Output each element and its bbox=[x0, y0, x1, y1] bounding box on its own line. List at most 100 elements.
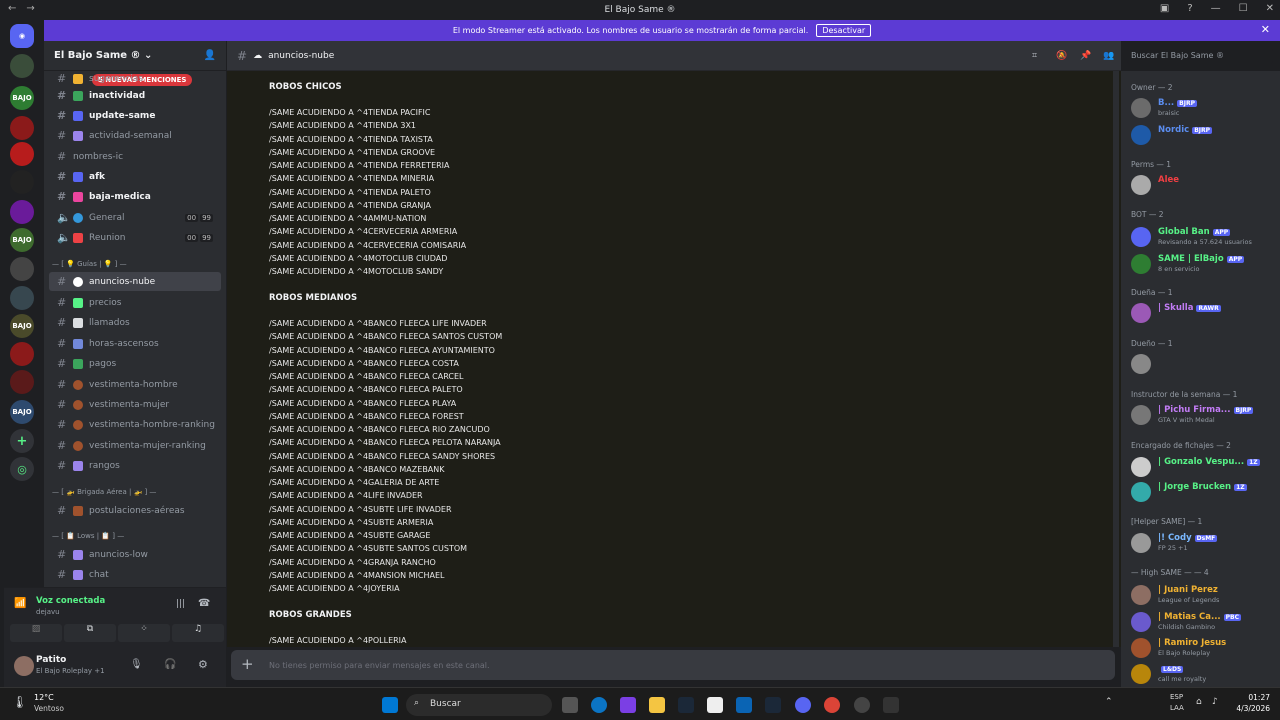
taskbar-search[interactable]: ⌕ Buscar bbox=[406, 694, 552, 716]
app-icon[interactable] bbox=[854, 697, 870, 713]
member-item[interactable]: | Gonzalo Vespu... 1Z bbox=[1131, 455, 1279, 479]
channel-postulaciones-aereas[interactable]: # postulaciones-aéreas bbox=[49, 501, 221, 520]
chrome-icon[interactable] bbox=[824, 697, 840, 713]
server-icon[interactable] bbox=[10, 342, 34, 366]
close-window-icon[interactable]: ✕ bbox=[1266, 3, 1274, 14]
clock-date[interactable]: 4/3/2026 bbox=[1236, 704, 1270, 713]
minimize-icon[interactable]: — bbox=[1211, 3, 1221, 14]
add-server-icon[interactable]: + bbox=[10, 429, 34, 453]
soundboard-button[interactable]: ♫ bbox=[172, 624, 224, 642]
disconnect-icon[interactable]: ☎ bbox=[198, 598, 210, 609]
avatar[interactable] bbox=[1131, 664, 1151, 684]
voice-channel-name[interactable]: dejavu bbox=[36, 608, 60, 616]
server-icon[interactable]: BAJO bbox=[10, 400, 34, 424]
member-item[interactable]: |! Cody DsMF FP 25 +1 bbox=[1131, 531, 1279, 555]
category-lows[interactable]: — [ 📋 Lows | 📋 ] — bbox=[52, 532, 124, 540]
category-brigada[interactable]: — [ 🚁 Brigada Aérea | 🚁 ] — bbox=[52, 488, 156, 496]
avatar[interactable] bbox=[1131, 612, 1151, 632]
app-icon[interactable] bbox=[883, 697, 899, 713]
server-icon[interactable] bbox=[10, 116, 34, 140]
category-guias[interactable]: — [ 💡 Guías | 💡 ] — bbox=[52, 260, 127, 268]
member-item[interactable]: B... BJRP braisic bbox=[1131, 96, 1279, 120]
voice-channel-reunion[interactable]: 🔈 Reunion 00 99 bbox=[49, 228, 221, 247]
server-icon[interactable] bbox=[10, 370, 34, 394]
member-item[interactable]: | Skulla RAWR bbox=[1131, 301, 1279, 325]
weather-icon[interactable]: 🌡 bbox=[12, 695, 27, 709]
add-attachment-icon[interactable]: + bbox=[241, 655, 254, 673]
activities-button[interactable]: ⁘ bbox=[118, 624, 170, 642]
member-item[interactable]: Nordic BJRP bbox=[1131, 123, 1279, 147]
task-view-icon[interactable] bbox=[562, 697, 578, 713]
channel-llamados[interactable]: # llamados bbox=[49, 313, 221, 332]
avatar[interactable] bbox=[1131, 354, 1151, 374]
channel-vestimenta-hombre-ranking[interactable]: # vestimenta-hombre-ranking bbox=[49, 415, 221, 434]
lang-variant[interactable]: LAA bbox=[1170, 704, 1184, 712]
search-input[interactable]: Buscar El Bajo Same ® bbox=[1127, 48, 1273, 64]
member-item[interactable]: | Ramiro Jesus El Bajo Roleplay bbox=[1131, 636, 1279, 660]
channel-baja-medica[interactable]: # baja-medica bbox=[49, 187, 221, 206]
mic-icon[interactable]: 🎙 bbox=[130, 659, 143, 670]
channel-vestimenta-mujer[interactable]: # vestimenta-mujer bbox=[49, 395, 221, 414]
avatar[interactable] bbox=[1131, 227, 1151, 247]
member-item[interactable]: Alee bbox=[1131, 173, 1279, 197]
windows-start-icon[interactable] bbox=[382, 697, 398, 713]
channel-chat[interactable]: # chat bbox=[49, 565, 221, 584]
weather-desc[interactable]: Ventoso bbox=[34, 704, 64, 713]
close-banner-icon[interactable]: ✕ bbox=[1261, 23, 1270, 36]
help-icon[interactable]: ? bbox=[1187, 3, 1192, 14]
server-icon[interactable]: BAJO bbox=[10, 86, 34, 110]
channel-pagos[interactable]: # pagos bbox=[49, 354, 221, 373]
server-icon[interactable]: BAJO bbox=[10, 228, 34, 252]
headphones-icon[interactable]: 🎧 bbox=[164, 659, 176, 670]
camera-button[interactable]: ▨ bbox=[10, 624, 62, 642]
server-icon[interactable] bbox=[10, 54, 34, 78]
channel-inactividad[interactable]: # inactividad bbox=[49, 86, 221, 105]
member-item[interactable]: SAME | ElBajo APP 8 en servicio bbox=[1131, 252, 1279, 276]
disable-streamer-button[interactable]: Desactivar bbox=[816, 24, 872, 37]
server-icon[interactable] bbox=[10, 170, 34, 194]
mail-icon[interactable] bbox=[736, 697, 752, 713]
message-composer[interactable]: + No tienes permiso para enviar mensajes… bbox=[231, 650, 1115, 680]
discover-icon[interactable]: ◎ bbox=[10, 457, 34, 481]
channel-update-same[interactable]: # update-same bbox=[49, 106, 221, 125]
channel-rangos[interactable]: # rangos bbox=[49, 456, 221, 475]
volume-icon[interactable]: ♪ bbox=[1212, 697, 1218, 707]
channel-nombres-ic[interactable]: # nombres-ic bbox=[49, 147, 221, 166]
channel-anuncios-nube[interactable]: # anuncios-nube bbox=[49, 272, 221, 291]
avatar[interactable] bbox=[1131, 98, 1151, 118]
avatar[interactable] bbox=[1131, 533, 1151, 553]
settings-gear-icon[interactable]: ⚙ bbox=[198, 658, 208, 671]
avatar[interactable] bbox=[1131, 175, 1151, 195]
weather-temp[interactable]: 12°C bbox=[34, 693, 54, 702]
avatar[interactable] bbox=[1131, 125, 1151, 145]
avatar[interactable] bbox=[1131, 457, 1151, 477]
server-icon[interactable] bbox=[10, 257, 34, 281]
member-item[interactable] bbox=[1131, 352, 1279, 376]
avatar[interactable] bbox=[1131, 638, 1151, 658]
avatar[interactable] bbox=[1131, 303, 1151, 323]
steam-icon[interactable] bbox=[765, 697, 781, 713]
channel-precios[interactable]: # precios bbox=[49, 293, 221, 312]
channel-actividad-semanal[interactable]: # actividad-semanal bbox=[49, 126, 221, 145]
threads-icon[interactable]: ⌗ bbox=[1032, 51, 1037, 61]
lang-code[interactable]: ESP bbox=[1170, 693, 1183, 701]
file-explorer-icon[interactable] bbox=[649, 697, 665, 713]
mute-icon[interactable]: 🔕 bbox=[1056, 51, 1067, 61]
avatar[interactable] bbox=[14, 656, 34, 676]
store-icon[interactable] bbox=[707, 697, 723, 713]
clock-time[interactable]: 01:27 bbox=[1248, 693, 1270, 702]
channel-afk[interactable]: # afk bbox=[49, 167, 221, 186]
avatar[interactable] bbox=[1131, 482, 1151, 502]
forward-icon[interactable]: → bbox=[26, 3, 34, 14]
server-icon[interactable]: BAJO bbox=[10, 314, 34, 338]
tray-chevron-icon[interactable]: ⌃ bbox=[1105, 697, 1113, 707]
channel-anuncios-low[interactable]: # anuncios-low bbox=[49, 545, 221, 564]
invite-icon[interactable]: 👤 bbox=[204, 50, 216, 61]
steam-icon[interactable] bbox=[678, 697, 694, 713]
member-item[interactable]: | Matias Ca... PBC Childish Gambino bbox=[1131, 610, 1279, 634]
noise-suppression-icon[interactable]: ||| bbox=[176, 599, 185, 609]
channel-vestimenta-mujer-ranking[interactable]: # vestimenta-mujer-ranking bbox=[49, 436, 221, 455]
channel-vestimenta-hombre[interactable]: # vestimenta-hombre bbox=[49, 375, 221, 394]
avatar[interactable] bbox=[1131, 585, 1151, 605]
pin-icon[interactable]: 📌 bbox=[1080, 51, 1091, 61]
